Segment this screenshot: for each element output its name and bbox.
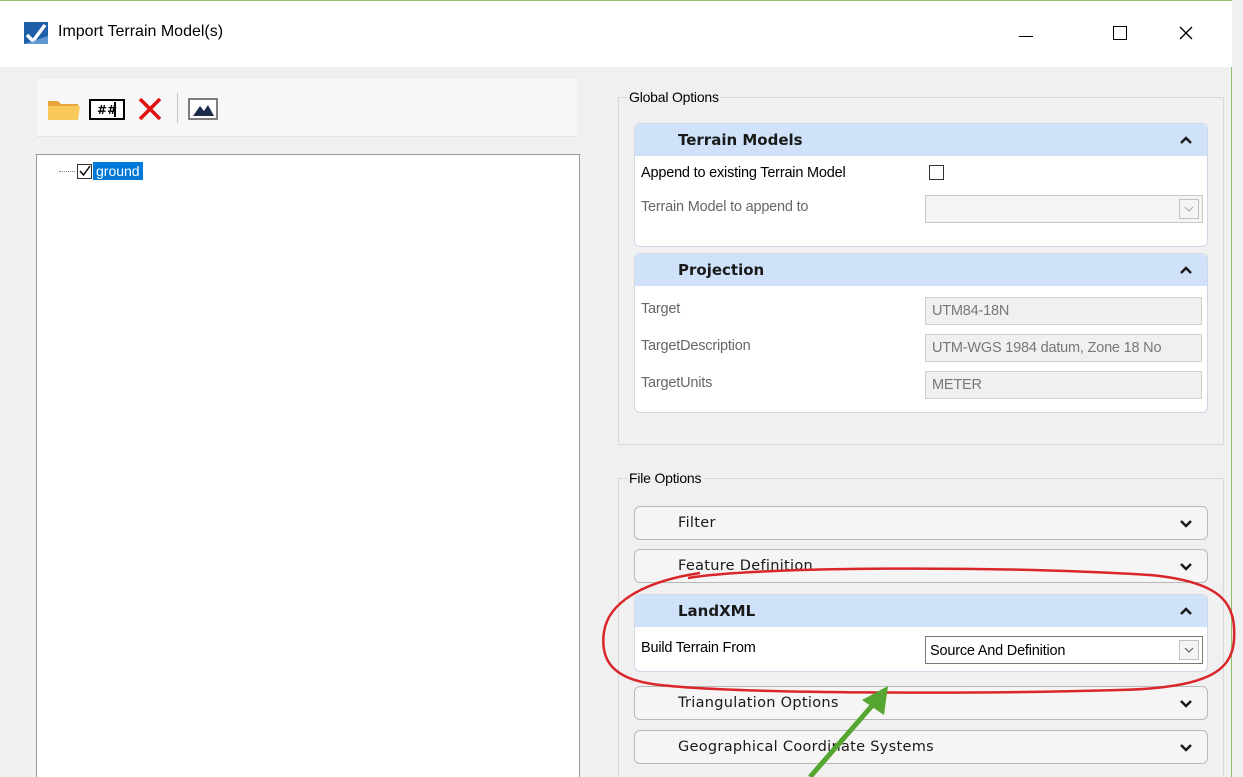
terrain-tree[interactable]: ground: [36, 154, 580, 777]
geographical-coordinate-systems-panel[interactable]: Geographical Coordinate Systems: [634, 730, 1208, 764]
close-button[interactable]: [1166, 17, 1206, 49]
app-icon: [24, 22, 48, 44]
filter-title: Filter: [678, 515, 716, 531]
terrain-models-title: Terrain Models: [678, 131, 803, 149]
maximize-icon: [1113, 26, 1127, 40]
window-title: Import Terrain Model(s): [58, 23, 224, 40]
target-field[interactable]: UTM84-18N: [925, 297, 1202, 325]
chevron-down-icon[interactable]: [1179, 517, 1193, 531]
terrain-preview-icon[interactable]: [187, 96, 219, 122]
minimize-button[interactable]: [1006, 17, 1046, 49]
target-units-field[interactable]: METER: [925, 371, 1202, 399]
projection-title: Projection: [678, 261, 765, 279]
chevron-down-icon[interactable]: [1179, 741, 1193, 755]
landxml-title: LandXML: [678, 602, 756, 620]
feature-definition-panel[interactable]: Feature Definition: [634, 549, 1208, 583]
tree-item-label[interactable]: ground: [93, 162, 143, 180]
build-terrain-select[interactable]: Source And Definition: [925, 636, 1203, 664]
dropdown-button[interactable]: [1179, 199, 1199, 219]
open-folder-icon[interactable]: [47, 96, 81, 122]
build-terrain-label: Build Terrain From: [641, 640, 756, 656]
chevron-up-icon[interactable]: [1179, 604, 1193, 618]
triangulation-options-title: Triangulation Options: [678, 695, 839, 711]
grid-icon[interactable]: ##: [89, 96, 125, 122]
toolbar-separator: [177, 93, 178, 123]
terrain-models-panel: Terrain Models Append to existing Terrai…: [634, 123, 1208, 247]
append-to-select[interactable]: [925, 195, 1203, 223]
triangulation-options-panel[interactable]: Triangulation Options: [634, 686, 1208, 720]
landxml-header[interactable]: LandXML: [635, 595, 1207, 627]
chevron-down-icon[interactable]: [1179, 697, 1193, 711]
title-bar: Import Terrain Model(s): [0, 1, 1232, 67]
target-row: Target UTM84-18N: [635, 292, 1207, 326]
target-description-label: TargetDescription: [641, 338, 751, 354]
chevron-down-icon: [1184, 647, 1194, 653]
tree-checkbox[interactable]: [77, 163, 92, 179]
minimize-icon: [1019, 35, 1033, 37]
target-units-row: TargetUnits METER: [635, 366, 1207, 400]
dropdown-button[interactable]: [1179, 640, 1199, 660]
build-terrain-row: Build Terrain From Source And Definition: [635, 631, 1207, 665]
checkmark-icon: [78, 165, 91, 177]
import-terrain-dialog: Import Terrain Model(s) ## ground Global…: [0, 0, 1232, 777]
target-description-field[interactable]: UTM-WGS 1984 datum, Zone 18 No: [925, 334, 1202, 362]
chevron-up-icon[interactable]: [1179, 263, 1193, 277]
maximize-button[interactable]: [1100, 17, 1140, 49]
chevron-down-icon: [1184, 206, 1194, 212]
geographical-coordinate-systems-title: Geographical Coordinate Systems: [678, 739, 935, 755]
append-checkbox[interactable]: [929, 165, 944, 180]
append-row: Append to existing Terrain Model: [635, 156, 1207, 190]
feature-definition-title: Feature Definition: [678, 558, 814, 574]
projection-header[interactable]: Projection: [635, 254, 1207, 286]
build-terrain-value: Source And Definition: [930, 643, 1066, 659]
global-options-title: Global Options: [627, 89, 721, 105]
append-to-row: Terrain Model to append to: [635, 190, 1207, 224]
append-to-label: Terrain Model to append to: [641, 199, 809, 215]
tree-item-ground[interactable]: ground: [59, 161, 143, 181]
tree-connector: [59, 170, 75, 172]
delete-icon[interactable]: [137, 96, 163, 122]
target-units-label: TargetUnits: [641, 375, 713, 391]
close-icon: [1179, 26, 1193, 40]
target-description-row: TargetDescription UTM-WGS 1984 datum, Zo…: [635, 329, 1207, 363]
target-label: Target: [641, 301, 681, 317]
projection-panel: Projection Target UTM84-18N TargetDescri…: [634, 253, 1208, 413]
append-label: Append to existing Terrain Model: [641, 165, 846, 181]
file-options-title: File Options: [627, 470, 704, 486]
landxml-panel: LandXML Build Terrain From Source And De…: [634, 594, 1208, 672]
terrain-models-header[interactable]: Terrain Models: [635, 124, 1207, 156]
chevron-up-icon[interactable]: [1179, 133, 1193, 147]
filter-panel[interactable]: Filter: [634, 506, 1208, 540]
left-toolbar: ##: [37, 79, 577, 137]
chevron-down-icon[interactable]: [1179, 560, 1193, 574]
